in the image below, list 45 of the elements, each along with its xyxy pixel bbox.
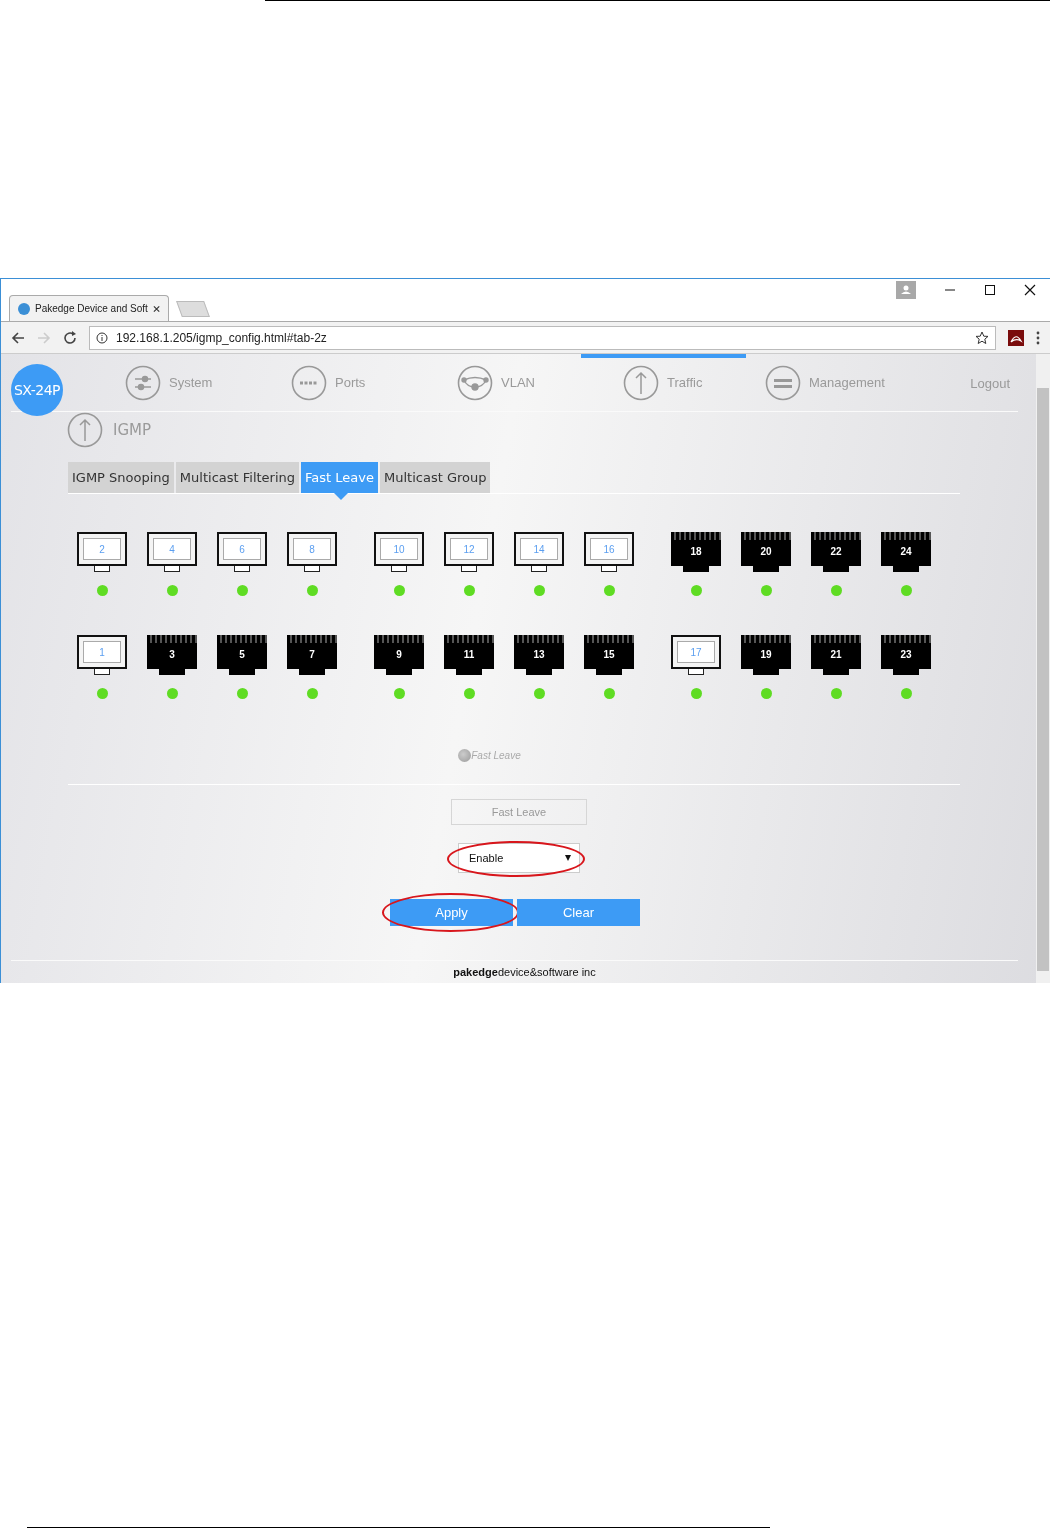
network-icon[interactable] bbox=[457, 364, 493, 401]
ethernet-port[interactable]: 5 bbox=[217, 635, 267, 675]
ethernet-port[interactable]: 19 bbox=[741, 635, 791, 675]
tab-pointer bbox=[333, 493, 348, 500]
tab[interactable]: Multicast Filtering bbox=[175, 462, 300, 493]
section-title: IGMP bbox=[113, 421, 152, 439]
favicon-icon bbox=[18, 302, 30, 315]
footer-text: pakedgedevice&software inc bbox=[11, 960, 1018, 983]
ethernet-port[interactable]: 18 bbox=[671, 532, 721, 572]
ethernet-port[interactable]: 21 bbox=[811, 635, 861, 675]
legend-dot bbox=[458, 749, 472, 762]
reload-icon[interactable] bbox=[63, 330, 77, 345]
field-label: Fast Leave bbox=[451, 799, 587, 825]
ethernet-port[interactable]: 9 bbox=[374, 635, 424, 675]
ethernet-port[interactable]: 13 bbox=[514, 635, 564, 675]
ethernet-port[interactable]: 3 bbox=[147, 635, 197, 675]
select-field[interactable]: Enable bbox=[458, 843, 580, 873]
pdf-extension-icon[interactable] bbox=[1008, 329, 1024, 346]
ethernet-port[interactable]: 20 bbox=[741, 532, 791, 572]
ethernet-port[interactable]: 24 bbox=[881, 532, 931, 572]
menu-icon[interactable] bbox=[1036, 330, 1040, 345]
sliders-icon[interactable] bbox=[125, 364, 161, 401]
legend-label: Fast Leave bbox=[471, 750, 521, 761]
tab-title: Pakedge Device and Soft bbox=[35, 303, 148, 314]
new-tab-button[interactable] bbox=[176, 301, 210, 317]
tab[interactable]: IGMP Snooping bbox=[68, 462, 174, 493]
ethernet-port[interactable]: 7 bbox=[287, 635, 337, 675]
profile-icon[interactable] bbox=[896, 281, 916, 299]
ethernet-port[interactable]: 23 bbox=[881, 635, 931, 675]
star-icon[interactable] bbox=[975, 330, 989, 345]
ethernet-port[interactable]: 11 bbox=[444, 635, 494, 675]
dots-icon[interactable] bbox=[291, 364, 327, 401]
logo-badge: SX-24P bbox=[11, 363, 63, 416]
bars-icon[interactable] bbox=[765, 364, 801, 401]
address-bar[interactable]: 192.168.1.205/igmp_config.html#tab-2z bbox=[89, 325, 996, 350]
tab[interactable]: Multicast Group bbox=[380, 462, 491, 493]
ethernet-port[interactable]: 15 bbox=[584, 635, 634, 675]
close-icon[interactable] bbox=[152, 304, 160, 313]
browser-tab[interactable]: Pakedge Device and Soft bbox=[9, 295, 169, 321]
scrollbar[interactable] bbox=[1036, 354, 1050, 983]
maximize-icon[interactable] bbox=[984, 284, 996, 296]
back-icon[interactable] bbox=[11, 330, 25, 345]
close-icon[interactable] bbox=[1024, 284, 1036, 296]
info-icon bbox=[96, 331, 108, 344]
ethernet-port[interactable]: 22 bbox=[811, 532, 861, 572]
